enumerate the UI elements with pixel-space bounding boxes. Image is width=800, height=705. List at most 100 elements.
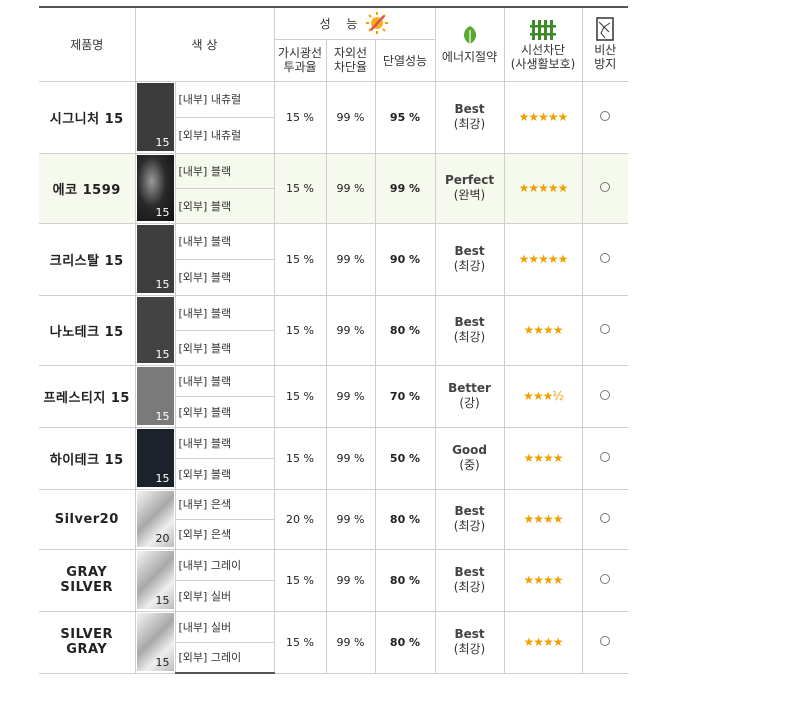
energy-grade: Good (중)	[434, 426, 505, 490]
outer-color: [외부] 은색	[175, 518, 274, 550]
privacy-star-rating: ★★★★	[503, 610, 583, 674]
available-circle-icon	[600, 574, 611, 584]
privacy-star-rating: ★★★★★	[503, 80, 583, 154]
header-scatter: 비산 방지	[581, 6, 629, 82]
energy-grade: Best (최강)	[434, 80, 505, 154]
shattered-glass-icon	[596, 17, 615, 41]
energy-grade-sub: (중)	[459, 458, 480, 472]
header-energy: 에너지절약	[434, 6, 505, 82]
product-name: 에코 1599	[39, 152, 136, 224]
inner-color: [내부] 실버	[175, 610, 275, 643]
color-swatch: 15	[136, 367, 174, 425]
energy-grade-sub: (최강)	[453, 259, 486, 273]
inner-color: [내부] 블랙	[175, 222, 275, 260]
visible-transmittance: 15 %	[273, 222, 327, 296]
swatch-label: 15	[155, 136, 170, 149]
table-row: GRAY SILVER 15 [내부] 그레이 15 % 99 % 80 % B…	[39, 548, 629, 612]
energy-grade-label: Best	[454, 102, 485, 116]
scatter-prevention	[581, 222, 629, 296]
insulation-performance: 80 %	[374, 610, 436, 674]
energy-grade-sub: (최강)	[453, 117, 486, 131]
swatch-label: 15	[155, 348, 170, 361]
color-swatch-cell: 15	[134, 364, 176, 428]
uv-blocking: 99 %	[325, 80, 376, 154]
table-row: SILVER GRAY 15 [내부] 실버 15 % 99 % 80 % Be…	[39, 610, 629, 674]
swatch-label: 20	[155, 532, 170, 545]
outer-color: [외부] 실버	[175, 579, 274, 612]
header-uv-line1: 자외선	[333, 46, 368, 60]
product-name: 크리스탈 15	[39, 222, 136, 296]
inner-color: [내부] 은색	[175, 488, 275, 520]
available-circle-icon	[600, 111, 611, 121]
energy-grade-label: Best	[454, 565, 485, 579]
visible-transmittance: 15 %	[273, 548, 327, 612]
uv-blocking: 99 %	[325, 364, 376, 428]
header-uv: 자외선 차단율	[325, 38, 376, 82]
color-swatch: 15	[136, 83, 174, 151]
energy-grade-sub: (최강)	[453, 330, 486, 344]
color-swatch-cell: 15	[134, 80, 176, 154]
product-name: 하이테크 15	[39, 426, 136, 490]
privacy-star-rating: ★★★★	[503, 426, 583, 490]
fence-icon	[530, 20, 557, 41]
uv-blocking: 99 %	[325, 222, 376, 296]
outer-color: [외부] 내츄럴	[175, 116, 274, 154]
product-name: SILVER GRAY	[39, 610, 136, 674]
energy-grade-label: Best	[454, 504, 485, 518]
energy-grade: Best (최강)	[434, 488, 505, 550]
table-row: 크리스탈 15 15 [내부] 블랙 15 % 99 % 90 % Best (…	[39, 222, 629, 296]
inner-color: [내부] 블랙	[175, 152, 275, 189]
color-swatch-cell: 15	[134, 294, 176, 366]
header-product: 제품명	[39, 6, 136, 82]
scatter-prevention	[581, 548, 629, 612]
color-swatch-cell: 15	[134, 610, 176, 674]
energy-grade: Best (최강)	[434, 294, 505, 366]
energy-grade-sub: (최강)	[453, 519, 486, 533]
product-name: 나노테크 15	[39, 294, 136, 366]
insulation-performance: 80 %	[374, 548, 436, 612]
privacy-star-rating: ★★★½	[503, 364, 583, 428]
color-swatch: 20	[136, 491, 174, 547]
energy-grade-label: Good	[452, 443, 487, 457]
available-circle-icon	[600, 390, 611, 400]
outer-color: [외부] 블랙	[175, 329, 274, 366]
header-privacy: 시선차단 (사생활보호)	[503, 6, 583, 82]
scatter-prevention	[581, 426, 629, 490]
product-name: Silver20	[39, 488, 136, 550]
color-swatch-cell: 15	[134, 426, 176, 490]
color-swatch-cell: 15	[134, 152, 176, 224]
header-privacy-line1: 시선차단	[520, 43, 566, 58]
visible-transmittance: 15 %	[273, 610, 327, 674]
inner-color: [내부] 블랙	[175, 426, 275, 459]
sun-icon	[366, 12, 389, 35]
privacy-star-rating: ★★★★	[503, 294, 583, 366]
table-row: 시그니처 15 15 [내부] 내츄럴 15 % 99 % 95 % Best …	[39, 80, 629, 154]
swatch-label: 15	[155, 472, 170, 485]
available-circle-icon	[600, 253, 611, 263]
energy-grade-sub: (최강)	[453, 580, 486, 594]
uv-blocking: 99 %	[325, 548, 376, 612]
energy-grade-label: Best	[454, 627, 485, 641]
insulation-performance: 80 %	[374, 488, 436, 550]
header-visible: 가시광선 투과율	[274, 38, 327, 82]
header-scatter-line2: 방지	[594, 57, 617, 72]
insulation-performance: 50 %	[374, 426, 436, 490]
visible-transmittance: 15 %	[273, 364, 327, 428]
header-performance: 성 능	[273, 6, 436, 40]
scatter-prevention	[581, 294, 629, 366]
table-row: 하이테크 15 15 [내부] 블랙 15 % 99 % 50 % Good (…	[39, 426, 629, 490]
available-circle-icon	[600, 324, 611, 334]
scatter-prevention	[581, 364, 629, 428]
table-row: 프레스티지 15 15 [내부] 블랙 15 % 99 % 70 % Bette…	[39, 364, 629, 428]
insulation-performance: 95 %	[374, 80, 436, 154]
energy-grade: Perfect (완벽)	[434, 152, 505, 224]
insulation-performance: 80 %	[374, 294, 436, 366]
table-row: 에코 1599 15 [내부] 블랙 15 % 99 % 99 % Perfec…	[39, 152, 629, 224]
scatter-prevention	[581, 80, 629, 154]
header-performance-label: 성 능	[319, 16, 364, 31]
uv-blocking: 99 %	[325, 426, 376, 490]
uv-blocking: 99 %	[325, 152, 376, 224]
privacy-star-rating: ★★★★	[503, 488, 583, 550]
insulation-performance: 99 %	[374, 152, 436, 224]
energy-grade: Best (최강)	[434, 222, 505, 296]
